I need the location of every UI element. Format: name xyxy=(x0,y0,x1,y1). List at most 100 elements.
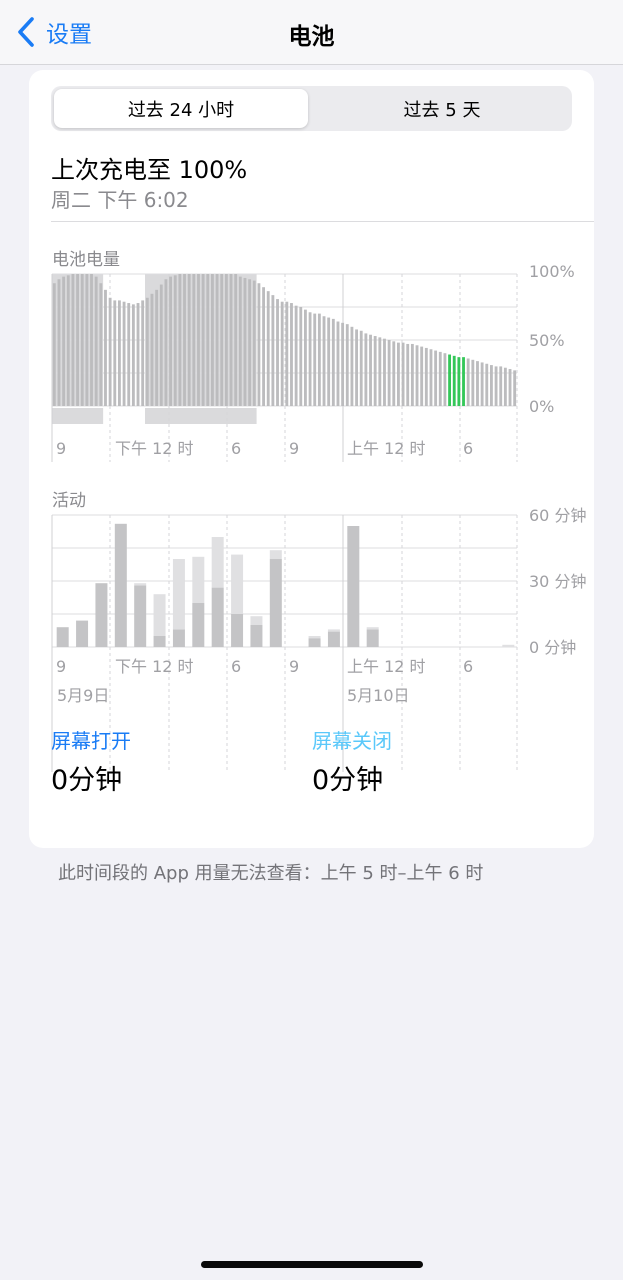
divider xyxy=(51,221,594,222)
battery-bar xyxy=(327,317,331,406)
battery-bar xyxy=(90,274,93,406)
activity-y-label: 0 分钟 xyxy=(529,638,576,657)
activity-bar-screen-off xyxy=(502,644,515,647)
activity-chart: 60 分钟 30 分钟 0 分钟 9 下午 12 时 6 9 上午 12 时 6 5月9日 5月10… xyxy=(51,506,586,772)
battery-bar xyxy=(317,313,321,406)
activity-x-label: 下午 12 时 xyxy=(115,657,194,676)
battery-bar xyxy=(57,279,61,406)
segment-last-5-days[interactable]: 过去 5 天 xyxy=(315,89,569,128)
battery-y-label: 50% xyxy=(529,331,565,350)
battery-bar xyxy=(378,337,382,406)
battery-bar xyxy=(294,305,298,406)
battery-bar xyxy=(285,301,289,406)
battery-bar xyxy=(266,291,270,406)
battery-bar xyxy=(201,274,205,406)
battery-bar xyxy=(345,324,349,406)
activity-bar-screen-off xyxy=(269,550,282,559)
battery-bar xyxy=(136,303,140,406)
battery-bar xyxy=(155,289,159,406)
battery-x-label: 6 xyxy=(231,439,241,458)
battery-bar xyxy=(183,274,186,406)
screen-on-stat: 屏幕打开 0分钟 xyxy=(51,725,131,797)
battery-bar xyxy=(164,279,168,406)
last-charge-time: 周二 下午 6:02 xyxy=(51,188,189,212)
battery-bar xyxy=(280,301,284,406)
battery-bar xyxy=(359,330,363,406)
battery-bar xyxy=(443,353,447,406)
period-segmented-control: 过去 24 小时 过去 5 天 xyxy=(51,86,572,131)
screen-off-stat: 屏幕关闭 0分钟 xyxy=(312,725,392,797)
battery-bar xyxy=(448,354,451,406)
screen-on-value: 0分钟 xyxy=(51,765,123,796)
battery-bar xyxy=(99,283,103,406)
battery-y-label: 100% xyxy=(529,262,575,281)
activity-bar-screen-on xyxy=(269,559,282,647)
battery-bar xyxy=(131,304,135,406)
last-charge-title: 上次充电至 100% xyxy=(51,156,248,184)
battery-bar xyxy=(173,275,177,406)
activity-bar-screen-on xyxy=(95,583,108,647)
battery-bar xyxy=(206,274,210,406)
activity-bar-screen-off xyxy=(366,627,379,630)
battery-bar xyxy=(85,274,89,406)
battery-bar xyxy=(406,343,410,406)
screen-off-label: 屏幕关闭 xyxy=(312,729,392,753)
activity-bar-screen-off xyxy=(134,583,147,586)
battery-bar xyxy=(141,300,145,406)
battery-bar xyxy=(76,274,79,406)
battery-bar xyxy=(304,309,307,406)
battery-bar xyxy=(471,359,475,406)
battery-bar xyxy=(438,351,442,406)
activity-bar-screen-on xyxy=(308,638,321,647)
battery-bar xyxy=(466,358,470,406)
battery-bar xyxy=(429,349,433,406)
battery-bar xyxy=(476,361,479,406)
battery-x-label: 上午 12 时 xyxy=(347,439,426,458)
battery-bar xyxy=(424,347,428,406)
battery-bar xyxy=(457,357,461,406)
screen-off-value: 0分钟 xyxy=(312,765,384,796)
battery-bar xyxy=(150,293,154,406)
battery-bar xyxy=(331,318,335,406)
battery-bar xyxy=(508,369,512,406)
battery-bar xyxy=(415,345,419,406)
battery-bar xyxy=(178,274,182,406)
segment-last-24-hours[interactable]: 过去 24 小时 xyxy=(54,89,308,128)
activity-date-label: 5月10日 xyxy=(347,686,410,705)
battery-bar xyxy=(192,274,196,406)
battery-bar xyxy=(383,338,386,406)
battery-bar xyxy=(257,283,261,406)
battery-bar xyxy=(494,366,498,406)
battery-bar xyxy=(211,274,214,406)
battery-bar xyxy=(420,346,424,406)
battery-bar xyxy=(122,301,126,406)
activity-bar-screen-on xyxy=(192,603,205,647)
battery-bar xyxy=(187,274,191,406)
activity-bar-screen-on xyxy=(76,620,89,647)
charging-indicator-strip xyxy=(52,408,104,424)
activity-y-label: 60 分钟 xyxy=(529,506,586,525)
activity-bar-screen-on xyxy=(250,625,263,647)
activity-bar-screen-off xyxy=(231,554,244,614)
battery-bar xyxy=(238,276,242,406)
battery-bar xyxy=(252,280,256,406)
activity-bar-screen-on xyxy=(211,587,224,647)
battery-bar xyxy=(145,297,149,406)
battery-bar xyxy=(387,340,391,406)
battery-bar xyxy=(262,287,265,406)
activity-bar-screen-off xyxy=(211,537,224,588)
activity-x-label: 6 xyxy=(463,657,473,676)
battery-bar xyxy=(243,277,247,406)
activity-bar-screen-on xyxy=(134,585,147,647)
battery-bar xyxy=(480,362,484,406)
activity-bar-screen-off xyxy=(250,616,263,625)
battery-bar xyxy=(341,322,345,406)
battery-bar xyxy=(490,365,493,406)
battery-bar xyxy=(52,283,56,406)
battery-x-label: 9 xyxy=(56,439,66,458)
activity-bar-screen-off xyxy=(172,559,185,630)
activity-x-label: 上午 12 时 xyxy=(347,657,426,676)
battery-bar xyxy=(276,299,279,406)
battery-bar xyxy=(127,303,131,406)
battery-bar xyxy=(197,274,200,406)
